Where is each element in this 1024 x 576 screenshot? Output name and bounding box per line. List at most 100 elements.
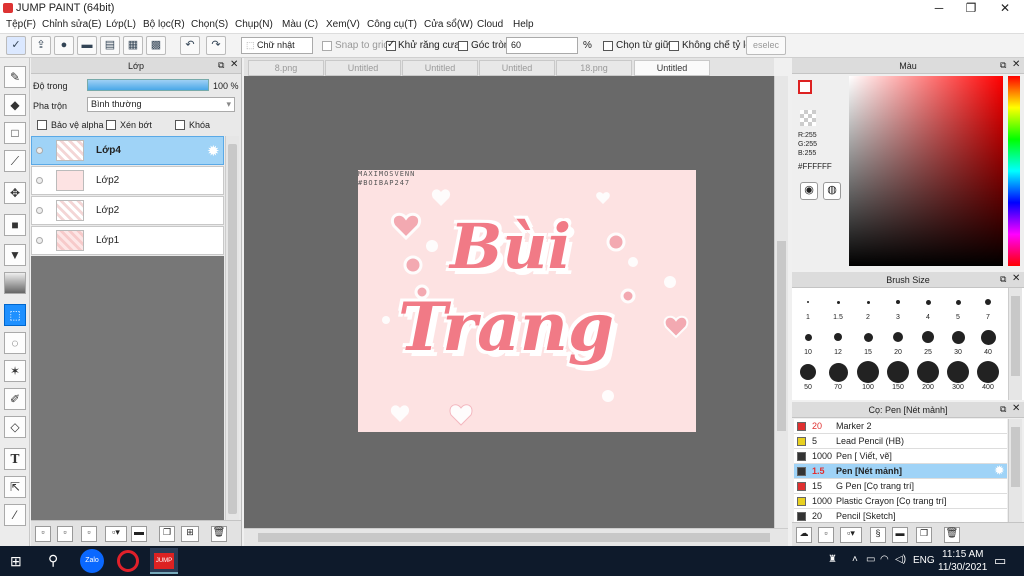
canvas-workspace[interactable]: MAXIMOSVENN #BOIBAP247 Bùi Trang <box>244 76 774 528</box>
language-indicator[interactable]: ENG <box>913 555 935 566</box>
jump-paint-taskbar-icon[interactable]: JUMP <box>150 548 178 574</box>
blend-mode-dropdown[interactable]: Bình thường ▾ <box>87 97 235 112</box>
canvas-vertical-scrollbar[interactable] <box>774 76 788 528</box>
opacity-slider[interactable] <box>87 79 209 91</box>
export-icon[interactable]: ⇪ <box>31 36 51 55</box>
foreground-color-swatch[interactable] <box>798 80 812 94</box>
menu-layer[interactable]: Lớp(L) <box>106 19 136 30</box>
rect-select-icon[interactable]: ⬚ <box>4 304 26 326</box>
brush-copy-icon[interactable]: § <box>870 527 886 543</box>
brush-size-option[interactable]: 50 <box>793 358 823 393</box>
opera-app-icon[interactable] <box>117 550 139 572</box>
brush-list-item[interactable]: 1000 Pen [ Viết, vẽ] <box>794 449 1007 464</box>
pen-scrollbar[interactable] <box>1008 419 1022 522</box>
line-icon[interactable]: ⟋ <box>4 150 26 172</box>
brush-size-option[interactable]: 15 <box>853 323 883 358</box>
menu-color[interactable]: Màu (C) <box>282 19 318 30</box>
layout-icon[interactable]: ▦ <box>123 36 143 55</box>
lock-checkbox[interactable] <box>175 120 185 130</box>
cloud-brush-icon[interactable]: ☁ <box>796 527 812 543</box>
volume-icon[interactable]: ◁) <box>895 554 906 565</box>
lasso-icon[interactable]: ◌ <box>4 332 26 354</box>
tab-document[interactable]: 18.png <box>556 60 632 76</box>
tab-document-active[interactable]: Untitled <box>634 60 710 76</box>
brush-size-option[interactable]: 150 <box>883 358 913 393</box>
battery-icon[interactable]: ▭ <box>866 554 875 565</box>
tray-chevron-icon[interactable]: ˄ <box>852 554 858 565</box>
brush-size-option[interactable]: 2 <box>853 288 883 323</box>
add-brush-icon[interactable]: ▫ <box>818 527 834 543</box>
brush-folder-icon[interactable]: ▬ <box>892 527 908 543</box>
brush-list-item[interactable]: 5 Lead Pencil (HB) <box>794 434 1007 449</box>
select-pen-icon[interactable]: ✐ <box>4 388 26 410</box>
close-button[interactable]: ✕ <box>988 0 1022 16</box>
hue-slider[interactable] <box>1008 76 1020 266</box>
menu-capture[interactable]: Chụp(N) <box>235 19 273 30</box>
brush-icon[interactable]: ✎ <box>4 66 26 88</box>
panel-close-icon[interactable]: ✕ <box>230 59 238 70</box>
brush-size-option[interactable]: 400 <box>973 358 1003 393</box>
select-eraser-icon[interactable]: ◇ <box>4 416 26 438</box>
brush-size-option[interactable]: 10 <box>793 323 823 358</box>
artwork-canvas[interactable]: MAXIMOSVENN #BOIBAP247 Bùi Trang <box>358 170 696 432</box>
tab-document[interactable]: Untitled <box>402 60 478 76</box>
people-icon[interactable]: ♜ <box>828 554 837 565</box>
move-icon[interactable]: ✥ <box>4 182 26 204</box>
brush-size-option[interactable]: 4 <box>913 288 943 323</box>
brush-size-option[interactable]: 100 <box>853 358 883 393</box>
brush-delete-trash-icon[interactable]: 🗑 <box>944 527 960 543</box>
menu-edit[interactable]: Chỉnh sửa(E) <box>42 19 102 30</box>
deselect-button[interactable]: eselec <box>746 36 786 55</box>
palette-icon[interactable]: ◉ <box>800 182 818 200</box>
brush-scrollbar[interactable] <box>1008 288 1022 400</box>
visibility-icon[interactable] <box>36 237 43 244</box>
bucket-icon[interactable]: ▼ <box>4 244 26 266</box>
search-icon[interactable]: ⚲ <box>48 552 58 569</box>
rectangle-icon[interactable]: □ <box>4 122 26 144</box>
menu-file[interactable]: Tệp(F) <box>6 19 36 30</box>
panel-float-icon[interactable]: ⧉ <box>218 60 224 71</box>
zalo-app-icon[interactable]: Zalo <box>80 549 104 573</box>
layer-row[interactable]: Lớp1 <box>31 226 224 255</box>
grid-check-icon[interactable]: ▩ <box>146 36 166 55</box>
menu-filter[interactable]: Bộ lọc(R) <box>143 19 185 30</box>
brush-menu-icon[interactable]: ▫▾ <box>840 527 862 543</box>
corner-value-input[interactable]: 60 <box>506 37 578 54</box>
tab-document[interactable]: Untitled <box>325 60 401 76</box>
new-layer-icon[interactable]: ▫ <box>35 526 51 542</box>
menu-help[interactable]: Help <box>513 19 534 30</box>
speech-bubble-icon[interactable]: ● <box>54 36 74 55</box>
brush-list-item[interactable]: 1000 Plastic Crayon [Cọ trang trí] <box>794 494 1007 509</box>
windows-start-icon[interactable]: ⊞ <box>10 553 22 570</box>
gradient-icon[interactable] <box>4 272 26 294</box>
visibility-icon[interactable] <box>36 207 43 214</box>
add-layer-menu-icon[interactable]: ▫▾ <box>105 526 127 542</box>
magic-wand-icon[interactable]: ✶ <box>4 360 26 382</box>
tab-document[interactable]: Untitled <box>479 60 555 76</box>
panel-float-icon[interactable]: ⧉ <box>1000 274 1006 285</box>
rounded-corner-checkbox[interactable] <box>458 41 468 51</box>
panel-float-icon[interactable]: ⧉ <box>1000 404 1006 415</box>
new-layer-8bit-icon[interactable]: ▫ <box>57 526 73 542</box>
duplicate-layer-icon[interactable]: ❐ <box>159 526 175 542</box>
clock-time[interactable]: 11:15 AM <box>942 549 984 560</box>
fixed-ratio-checkbox[interactable] <box>669 41 679 51</box>
brush-list-item[interactable]: 1.5 Pen [Nét mảnh] ✹ <box>794 464 1007 479</box>
brush-size-option[interactable]: 1 <box>793 288 823 323</box>
brush-duplicate-icon[interactable]: ❐ <box>916 527 932 543</box>
new-layer-1bit-icon[interactable]: ▫ <box>81 526 97 542</box>
minimize-button[interactable]: ─ <box>922 0 956 16</box>
undo-icon[interactable]: ↶ <box>180 36 200 55</box>
page-icon[interactable]: ▤ <box>100 36 120 55</box>
selection-mode-dropdown[interactable]: ⬚ Chữ nhật <box>241 37 313 54</box>
saturation-value-picker[interactable] <box>849 76 1003 266</box>
snap-grid-checkbox[interactable] <box>322 41 332 51</box>
menu-view[interactable]: Xem(V) <box>326 19 360 30</box>
menu-select[interactable]: Chọn(S) <box>191 19 228 30</box>
layer-row[interactable]: Lớp2 <box>31 196 224 225</box>
visibility-icon[interactable] <box>36 177 43 184</box>
brush-size-option[interactable]: 12 <box>823 323 853 358</box>
pointer-icon[interactable]: ⇱ <box>4 476 26 498</box>
tab-document[interactable]: 8.png <box>248 60 324 76</box>
canvas-horizontal-scrollbar[interactable] <box>244 528 788 546</box>
